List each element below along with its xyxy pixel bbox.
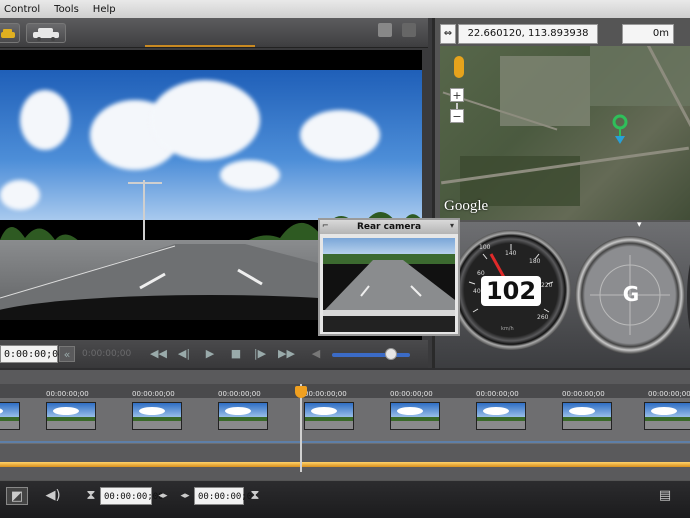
distance-field: 0m [622,24,674,44]
speed-unit-label: km/h [501,326,514,332]
volume-slider-track[interactable] [332,353,410,357]
speed-tick-260: 260 [537,314,549,321]
map-provider-logo: Google [444,198,489,214]
g-sensor-label: G [622,282,640,306]
front-camera-button[interactable] [0,23,20,43]
g-sensor-gauge: G [575,236,685,354]
zoom-out-icon[interactable]: − [450,109,464,123]
timeline-tick-4: 00:00:00;00 [304,390,347,398]
play-icon[interactable]: ▶ [202,346,218,362]
edit-icon[interactable]: ◩ [6,487,28,505]
timeline-tick-5: 00:00:00;00 [390,390,433,398]
zoom-in-icon[interactable]: + [450,88,464,102]
timeline-tick-3: 00:00:00;00 [218,390,261,398]
film-export-icon[interactable]: ▤ [654,487,676,505]
timeline-thumbnail [218,402,268,430]
coordinates-field: 22.660120, 113.893938 [458,24,598,44]
panel-menu-icon[interactable]: ▾ [637,220,642,230]
rear-camera-frame [323,238,455,332]
menu-control[interactable]: Control [4,4,40,15]
timeline-thumbnail [0,402,20,430]
gps-position-marker-icon [612,114,628,144]
timeline-tick-8: 00:00:00;00 [648,390,690,398]
menu-tools[interactable]: Tools [54,4,79,15]
rear-camera-grip-icon[interactable]: ⌐ [322,221,329,230]
map-view[interactable]: + − Google [440,46,690,220]
current-time-field[interactable]: 0:00:00;04 [0,345,64,363]
timeline-thumbnail [132,402,182,430]
gauge-panel: ▾ 100 140 180 220 260 40 60 102 km/h G [432,220,690,368]
speed-tick-40: 40 [473,288,481,295]
timeline-tick-6: 00:00:00;00 [476,390,519,398]
fast-forward-icon[interactable]: ▶▶ [278,346,295,362]
rewind-icon[interactable]: ◀◀ [150,346,167,362]
street-view-pegman-icon[interactable] [454,56,464,78]
car-rear-icon [33,28,59,41]
mark-out-icon[interactable]: ⧗ [244,487,266,505]
mark-out-spin-icon[interactable]: ◂▸ [174,487,196,505]
rear-camera-menu-icon[interactable]: ▾ [450,221,454,230]
timeline-thumbnail [304,402,354,430]
mark-in-spin-icon[interactable]: ◂▸ [152,487,174,505]
rear-camera-button[interactable] [26,23,66,43]
timeline-thumbnail [644,402,690,430]
timeline-tick-7: 00:00:00;00 [562,390,605,398]
mark-out-field[interactable]: 00:00:00;00 [194,487,258,505]
speaker-icon[interactable]: ◀) [42,487,64,505]
timeline-thumbnail [562,402,612,430]
mark-in-icon[interactable]: ⧗ [80,487,102,505]
gps-data-track[interactable] [0,462,690,467]
car-front-icon [1,29,15,38]
speed-tick-180: 180 [529,258,541,265]
step-back-icon[interactable]: ◀| [176,346,192,362]
stop-icon[interactable]: ■ [228,346,244,362]
timeline-tick-1: 00:00:00;00 [46,390,89,398]
speedometer: 100 140 180 220 260 40 60 102 km/h [451,230,571,350]
playhead-handle[interactable] [295,386,307,398]
duration-ghost-label: 0:00:00;00 [82,349,132,359]
rear-camera-window[interactable]: Rear camera ⌐ ▾ [318,218,460,336]
speed-tick-100: 100 [479,244,491,251]
rear-camera-title: Rear camera [320,220,458,234]
timeline-tick-2: 00:00:00;00 [132,390,175,398]
time-spin-icon[interactable]: « [59,346,75,362]
toolbar-progress-accent [145,45,255,47]
menu-help[interactable]: Help [93,4,116,15]
timeline-thumbnail [46,402,96,430]
speed-tick-140: 140 [505,250,517,257]
volume-slider-knob[interactable] [385,348,397,360]
menu-bar: Control Tools Help [0,0,690,18]
coordinate-bar: ⇔ 22.660120, 113.893938 0m [440,24,690,44]
audio-waveform-track [0,441,690,443]
speed-value: 102 [481,276,541,306]
timeline-thumbnail [390,402,440,430]
locate-icon[interactable]: ⇔ [440,24,456,44]
speed-tick-220: 220 [541,282,553,289]
snapshot-icon[interactable] [378,23,392,37]
fullscreen-icon[interactable] [402,23,416,37]
step-forward-icon[interactable]: |▶ [252,346,268,362]
timeline-thumbnail [476,402,526,430]
video-toolbar [0,18,428,48]
mark-in-field[interactable]: 00:00:00;00 [100,487,164,505]
volume-icon[interactable]: ◀ [308,346,324,362]
